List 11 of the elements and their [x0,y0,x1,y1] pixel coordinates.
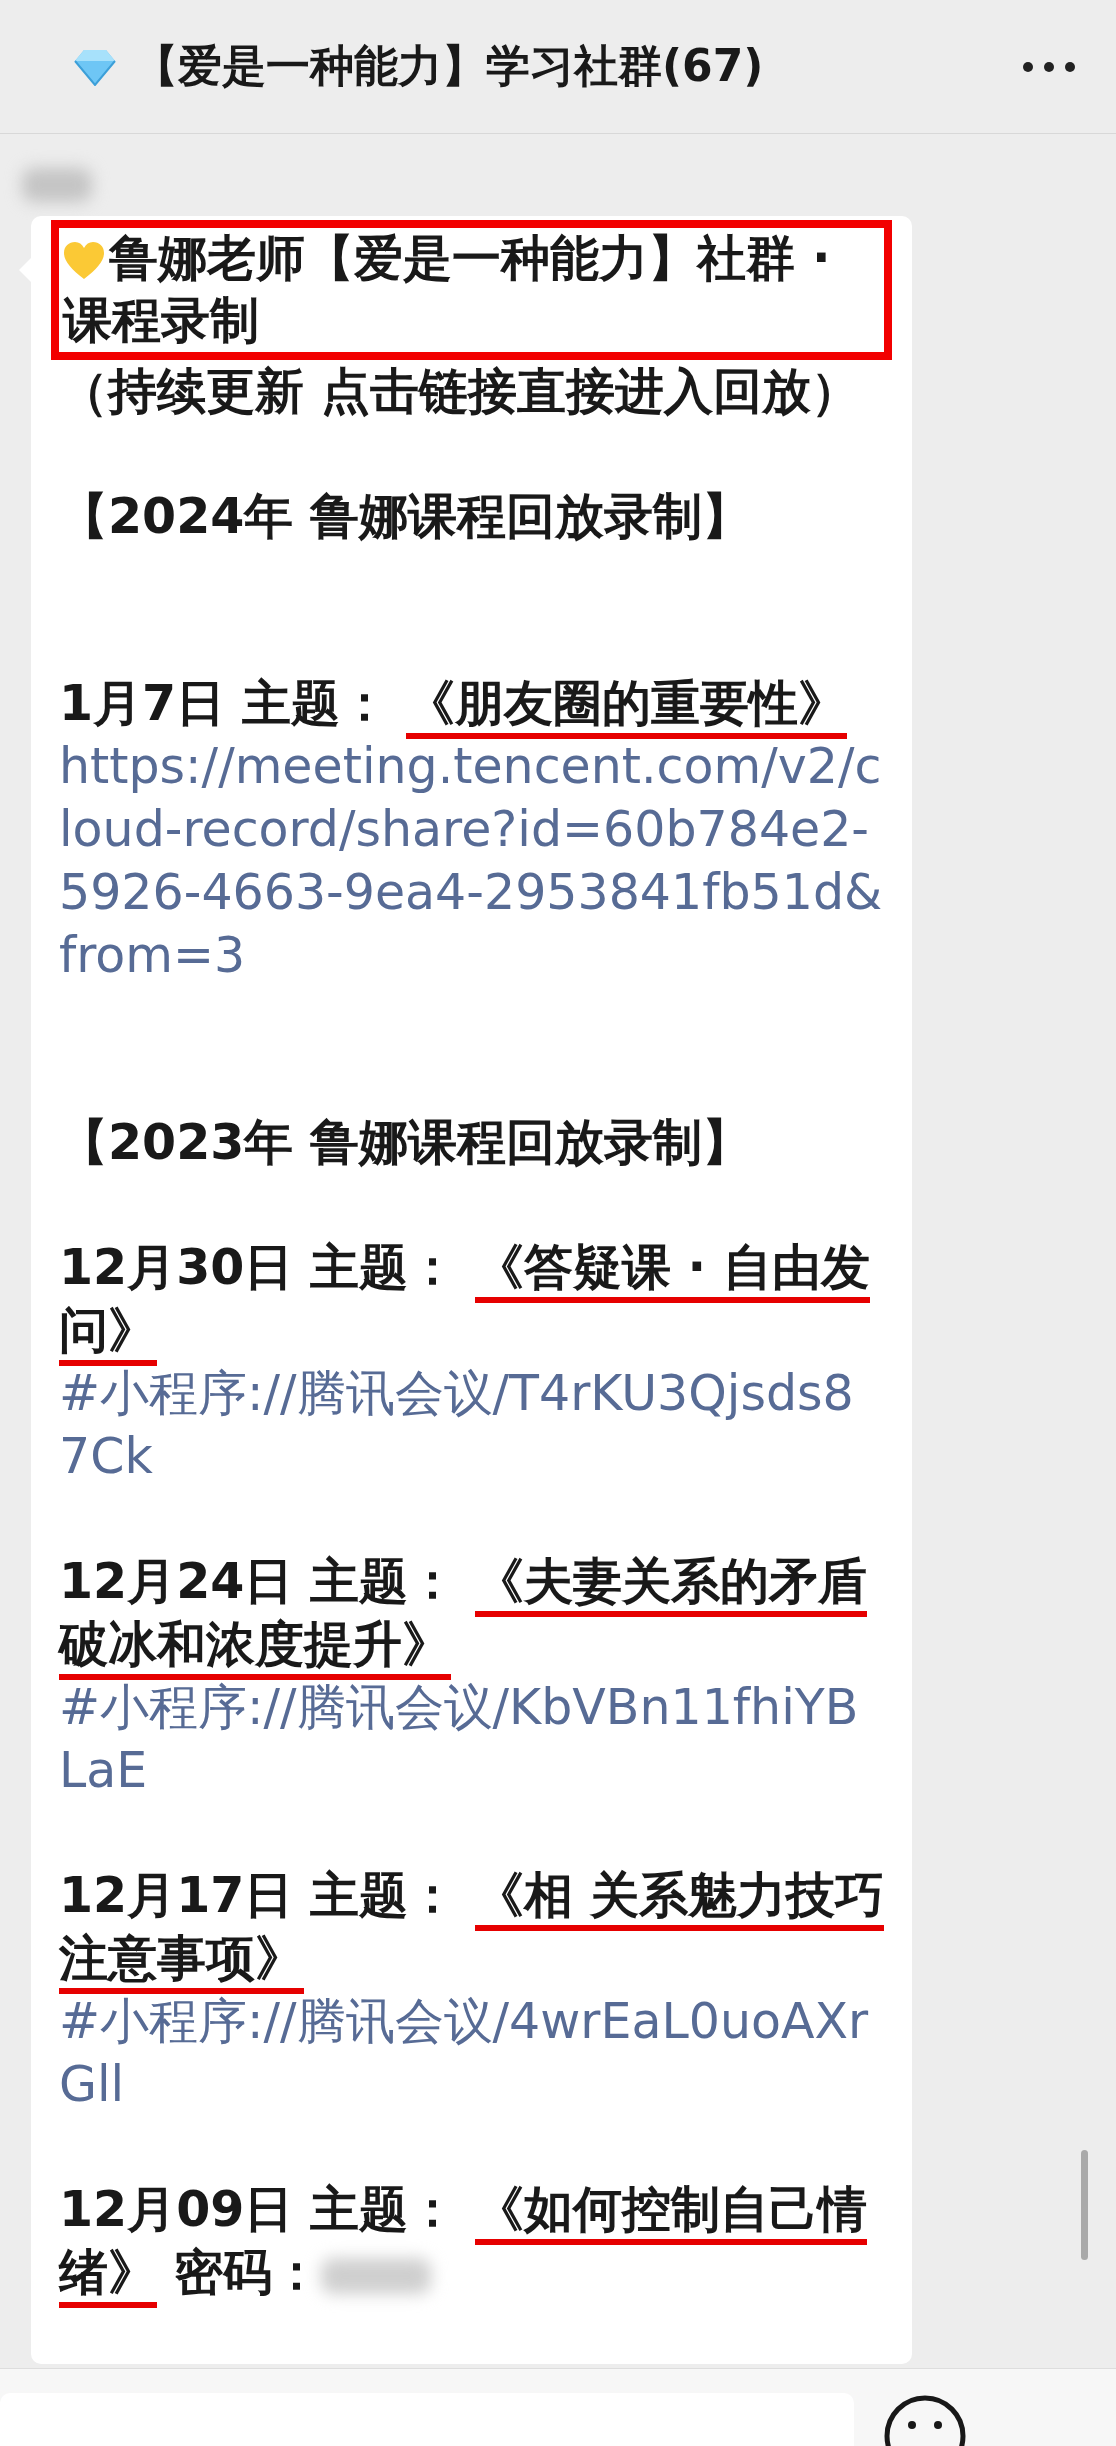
lesson-title: 12月09日 主题： 《如何控制自己情绪》 密码： [59,2178,884,2312]
blurred-sender-name [22,168,92,202]
scroll-bar[interactable] [1081,2150,1088,2260]
more-icon[interactable] [1022,60,1076,73]
chat-title: 【爱是一种能力】学习社群(67) [134,39,765,93]
message-note: （持续更新 点击链接直接进入回放） [59,362,862,422]
heart-icon [63,241,105,281]
message-title: 鲁娜老师【爱是一种能力】社群 · 课程录制 [51,220,892,360]
section-heading: 【2024年 鲁娜课程回放录制】 [59,487,753,547]
section-heading: 【2023年 鲁娜课程回放录制】 [59,1113,753,1173]
diamond-icon [74,47,116,86]
